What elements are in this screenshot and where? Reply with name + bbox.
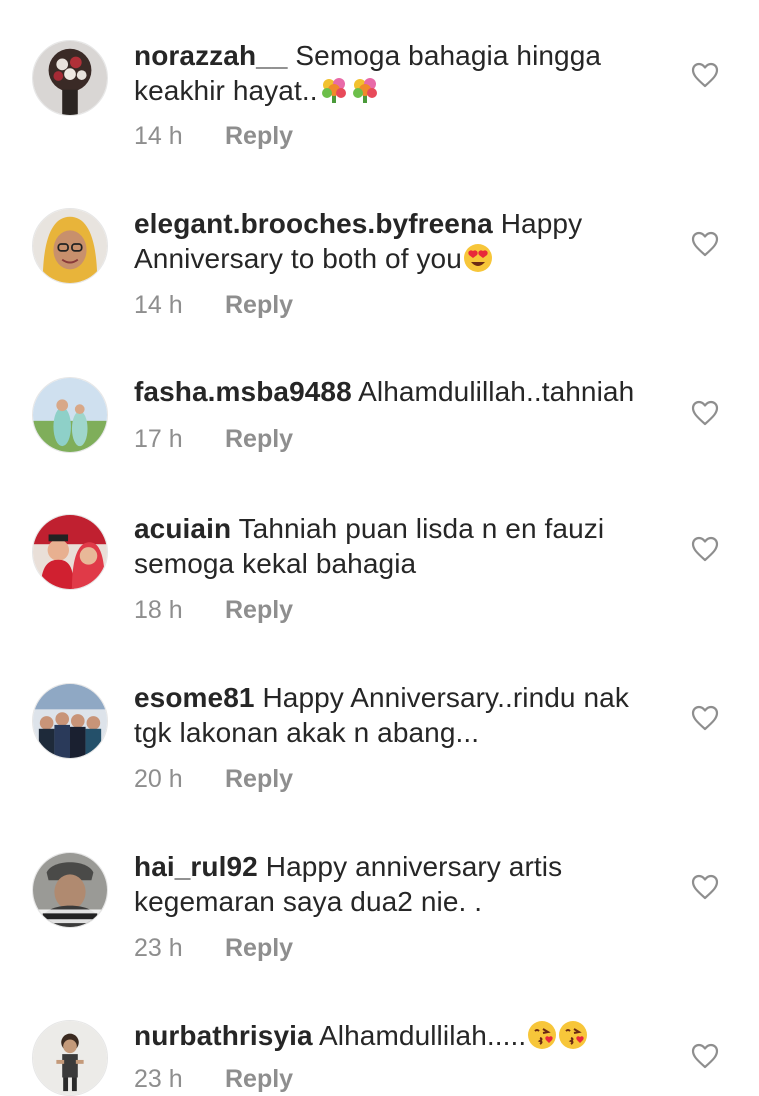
reply-button[interactable]: Reply	[225, 122, 293, 150]
comment-username[interactable]: elegant.brooches.byfreena	[134, 208, 493, 239]
heart-outline-icon[interactable]	[691, 705, 719, 731]
comment-meta: 14 h Reply	[134, 290, 293, 320]
comment-text: esome81 Happy Anniversary..rindu nak tgk…	[134, 680, 674, 750]
comment-meta: 17 h Reply	[134, 424, 293, 454]
reply-button[interactable]: Reply	[225, 934, 293, 962]
reply-button[interactable]: Reply	[225, 596, 293, 624]
comment-text: nurbathrisyia Alhamdullilah.....	[134, 1018, 674, 1053]
heart-outline-icon[interactable]	[691, 1043, 719, 1069]
comment-timestamp: 18 h	[134, 596, 183, 624]
comment-timestamp: 20 h	[134, 765, 183, 793]
reply-button[interactable]: Reply	[225, 1065, 293, 1093]
avatar[interactable]	[32, 208, 108, 284]
kissing-heart-emoji-icon	[527, 1020, 557, 1050]
kissing-heart-emoji-icon	[558, 1020, 588, 1050]
comment-username[interactable]: esome81	[134, 682, 255, 713]
reply-button[interactable]: Reply	[225, 425, 293, 453]
comment-meta: 18 h Reply	[134, 595, 293, 625]
comment-username[interactable]: norazzah__	[134, 40, 288, 71]
comment-username[interactable]: nurbathrisyia	[134, 1020, 313, 1051]
comment-text: fasha.msba9488 Alhamdulillah..tahniah	[134, 374, 674, 409]
bouquet-emoji-icon	[350, 75, 380, 105]
comment-timestamp: 14 h	[134, 122, 183, 150]
comment-timestamp: 17 h	[134, 425, 183, 453]
comment-username[interactable]: hai_rul92	[134, 851, 258, 882]
bouquet-emoji-icon	[319, 75, 349, 105]
comment-text: elegant.brooches.byfreena Happy Annivers…	[134, 206, 674, 276]
heart-outline-icon[interactable]	[691, 231, 719, 257]
comment-body: Alhamdullilah.....	[319, 1020, 527, 1051]
heart-outline-icon[interactable]	[691, 874, 719, 900]
heart-eyes-emoji-icon	[463, 243, 493, 273]
avatar[interactable]	[32, 514, 108, 590]
comment-text: acuiain Tahniah puan lisda n en fauzi se…	[134, 511, 674, 581]
comment-text: hai_rul92 Happy anniversary artis kegema…	[134, 849, 674, 919]
comment-text: norazzah__ Semoga bahagia hingga keakhir…	[134, 38, 674, 108]
comment-meta: 23 h Reply	[134, 933, 293, 963]
comment-timestamp: 14 h	[134, 291, 183, 319]
avatar[interactable]	[32, 377, 108, 453]
comment-body: Alhamdulillah..tahniah	[358, 376, 635, 407]
heart-outline-icon[interactable]	[691, 400, 719, 426]
comment-meta: 23 h Reply	[134, 1064, 293, 1094]
comment-username[interactable]: acuiain	[134, 513, 231, 544]
comment-meta: 20 h Reply	[134, 764, 293, 794]
comment-username[interactable]: fasha.msba9488	[134, 376, 352, 407]
avatar[interactable]	[32, 1020, 108, 1096]
comment-timestamp: 23 h	[134, 934, 183, 962]
avatar[interactable]	[32, 852, 108, 928]
heart-outline-icon[interactable]	[691, 536, 719, 562]
reply-button[interactable]: Reply	[225, 765, 293, 793]
reply-button[interactable]: Reply	[225, 291, 293, 319]
avatar[interactable]	[32, 40, 108, 116]
heart-outline-icon[interactable]	[691, 62, 719, 88]
avatar[interactable]	[32, 683, 108, 759]
comment-timestamp: 23 h	[134, 1065, 183, 1093]
comment-meta: 14 h Reply	[134, 121, 293, 151]
